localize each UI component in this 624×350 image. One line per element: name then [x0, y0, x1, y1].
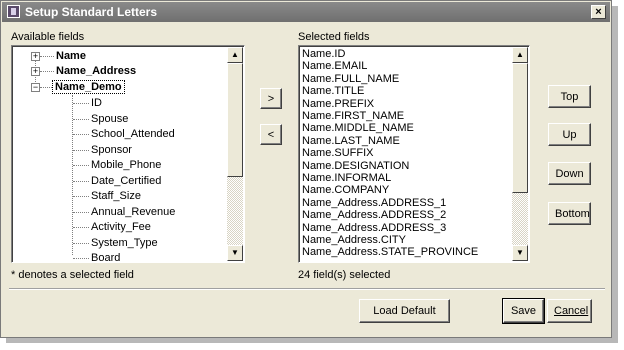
selected-field-item[interactable]: Name.LAST_NAME: [302, 135, 400, 147]
selected-fields-list[interactable]: Name.ID Name.EMAIL Name.FULL_NAME Name.TITL…: [298, 45, 530, 263]
window-title: Setup Standard Letters: [25, 5, 158, 19]
scroll-thumb[interactable]: [512, 63, 528, 193]
tree-line: [73, 227, 89, 228]
scroll-up-button[interactable]: ▲: [227, 47, 243, 63]
selected-field-item[interactable]: Name_Address.CITY: [302, 234, 406, 246]
arrow-up-icon: ▲: [516, 50, 524, 59]
tree-field-item[interactable]: Sponsor: [91, 143, 132, 158]
move-top-button[interactable]: Top: [548, 85, 591, 108]
scroll-down-button[interactable]: ▼: [227, 245, 243, 261]
tree-node-name-demo[interactable]: Name_Demo: [52, 80, 125, 95]
selected-field-item[interactable]: Name_Address.ADDRESS_2: [302, 209, 446, 221]
selected-field-item[interactable]: Name.MIDDLE_NAME: [302, 122, 414, 134]
footer-separator: [9, 288, 605, 290]
scroll-up-button[interactable]: ▲: [512, 47, 528, 63]
load-default-button[interactable]: Load Default: [359, 299, 450, 323]
selected-fields-label: Selected fields: [298, 31, 370, 43]
selected-field-item[interactable]: Name.TITLE: [302, 85, 364, 97]
add-field-button[interactable]: >: [260, 88, 282, 109]
arrow-down-icon: ▼: [516, 248, 524, 257]
selected-field-item[interactable]: Name.EMAIL: [302, 60, 367, 72]
tree-field-item[interactable]: Staff_Size: [91, 189, 141, 204]
tree-line: [73, 134, 89, 135]
expand-icon[interactable]: +: [31, 52, 40, 61]
remove-field-button[interactable]: <: [260, 124, 282, 145]
scroll-thumb[interactable]: [227, 63, 243, 177]
selected-field-item[interactable]: Name_Address.STATE_PROVINCE: [302, 246, 478, 258]
tree-field-item[interactable]: Annual_Revenue: [91, 205, 175, 220]
tree-field-item[interactable]: ID: [91, 96, 102, 111]
tree-line: [40, 87, 52, 88]
tree-line: [73, 165, 89, 166]
dialog-window: Setup Standard Letters × Available field…: [0, 0, 612, 338]
tree-line: [73, 242, 89, 244]
save-button[interactable]: Save: [502, 298, 545, 324]
selected-count: 24 field(s) selected: [298, 269, 391, 281]
selected-field-item[interactable]: Name.FULL_NAME: [302, 73, 399, 85]
selected-field-item[interactable]: Name.SUFFIX: [302, 147, 374, 159]
tree-field-item[interactable]: Date_Certified: [91, 174, 161, 189]
tree-line: [73, 211, 89, 213]
tree-line: [40, 71, 54, 72]
selected-field-note: * denotes a selected field: [11, 269, 134, 281]
available-scrollbar[interactable]: ▲ ▼: [227, 47, 243, 261]
cancel-button[interactable]: Cancel: [547, 299, 592, 323]
collapse-icon[interactable]: −: [31, 83, 40, 92]
tree-line: [73, 103, 89, 104]
tree-line: [73, 258, 89, 259]
selected-field-item[interactable]: Name.PREFIX: [302, 98, 374, 110]
selected-field-item[interactable]: Name_Address.ADDRESS_3: [302, 222, 446, 234]
tree-field-item[interactable]: Spouse: [91, 112, 128, 127]
expand-icon[interactable]: +: [31, 67, 40, 76]
close-icon: ×: [595, 6, 602, 18]
selected-scrollbar[interactable]: ▲ ▼: [512, 47, 528, 261]
tree-node-name-address[interactable]: Name_Address: [56, 64, 136, 79]
app-icon: [7, 5, 20, 18]
available-fields-tree[interactable]: + Name + Name_Address − Name_Demo ID Spou…: [11, 45, 245, 263]
arrow-down-icon: ▼: [231, 248, 239, 257]
tree-field-item[interactable]: Mobile_Phone: [91, 158, 161, 173]
tree-field-item[interactable]: Activity_Fee: [91, 220, 151, 235]
selected-field-item[interactable]: Name.COMPANY: [302, 184, 389, 196]
scroll-down-button[interactable]: ▼: [512, 245, 528, 261]
available-fields-label: Available fields: [11, 31, 85, 43]
selected-field-item[interactable]: Name_Address.ADDRESS_1: [302, 197, 446, 209]
tree-field-item[interactable]: School_Attended: [91, 127, 175, 142]
arrow-up-icon: ▲: [231, 50, 239, 59]
tree-line: [73, 196, 89, 197]
move-bottom-button[interactable]: Bottom: [548, 202, 591, 225]
tree-field-item[interactable]: Board: [91, 251, 120, 262]
title-bar[interactable]: Setup Standard Letters ×: [2, 2, 610, 22]
close-button[interactable]: ×: [591, 5, 606, 19]
move-down-button[interactable]: Down: [548, 162, 591, 185]
tree-field-item[interactable]: System_Type: [91, 236, 158, 251]
tree-node-name[interactable]: Name: [56, 49, 86, 64]
tree-line: [73, 118, 89, 120]
selected-field-item[interactable]: Name.DESIGNATION: [302, 160, 409, 172]
tree-line: [40, 56, 54, 57]
selected-field-item[interactable]: Name.FIRST_NAME: [302, 110, 404, 122]
tree-line: [73, 180, 89, 182]
tree-line: [73, 149, 89, 151]
selected-field-item[interactable]: Name.ID: [302, 48, 345, 60]
selected-field-item[interactable]: Name.INFORMAL: [302, 172, 391, 184]
move-up-button[interactable]: Up: [548, 123, 591, 146]
